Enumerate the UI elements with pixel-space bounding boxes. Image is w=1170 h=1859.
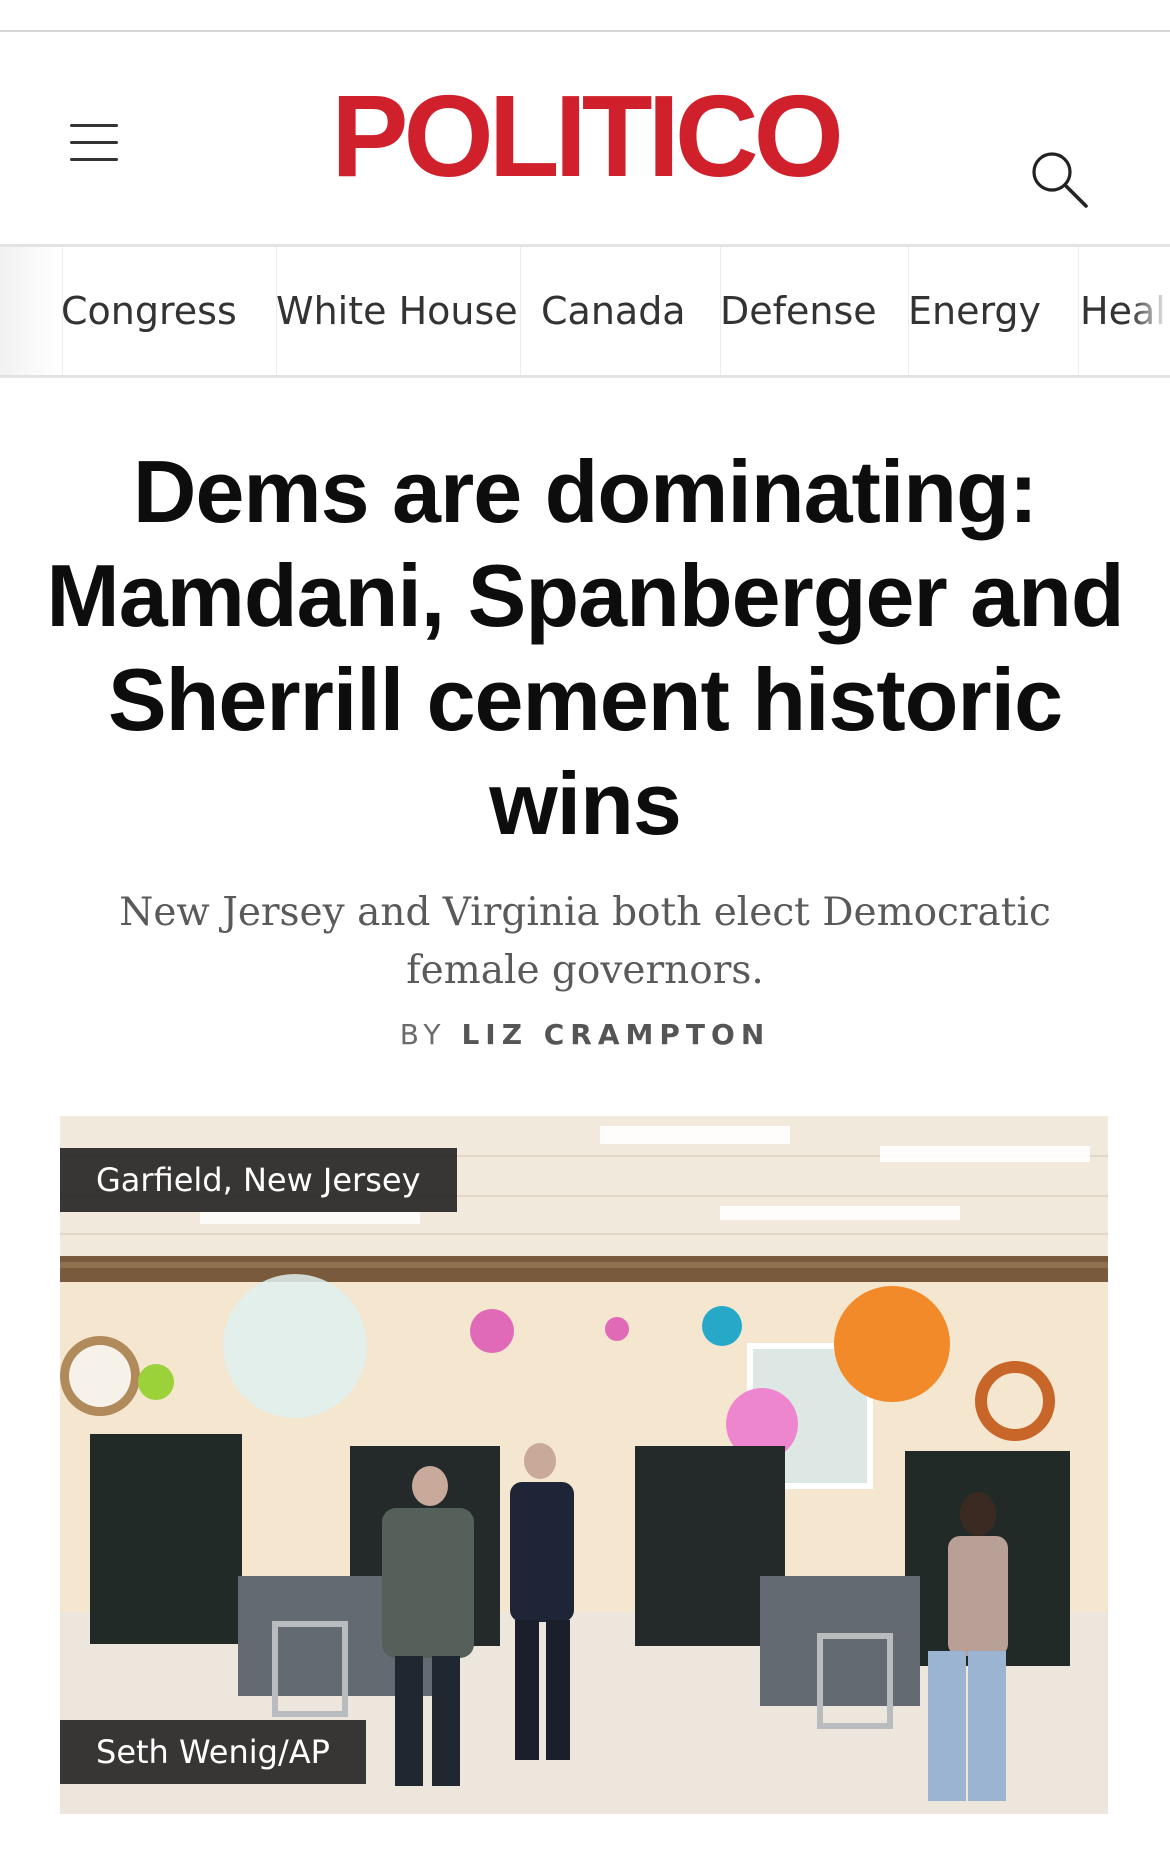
nav-item-congress[interactable]: Congress: [61, 247, 237, 375]
nav-item-canada[interactable]: Canada: [541, 247, 686, 375]
masthead: POLITICO: [0, 32, 1170, 244]
article-byline: BY LIZ CRAMPTON: [0, 1018, 1170, 1051]
photo-credit: Seth Wenig/AP: [60, 1720, 366, 1784]
article-dek: New Jersey and Virginia both elect Democ…: [119, 890, 1051, 993]
polling-place-image: [60, 1116, 1108, 1814]
photo-location-label: Garfield, New Jersey: [60, 1148, 457, 1212]
nav-scroll-fade-right: [1130, 247, 1170, 375]
article-headline: Dems are dominating: Mamdani, Spanberger…: [46, 442, 1124, 853]
nav-item-defense[interactable]: Defense: [720, 247, 877, 375]
nav-item-energy[interactable]: Energy: [908, 247, 1041, 375]
search-icon[interactable]: [1030, 150, 1090, 210]
politico-logo[interactable]: POLITICO: [0, 78, 1170, 194]
nav-divider: [1078, 247, 1079, 375]
nav-divider: [520, 247, 521, 375]
nav-item-white-house[interactable]: White House: [276, 247, 518, 375]
lead-photo[interactable]: Garfield, New Jersey Seth Wenig/AP: [60, 1116, 1108, 1814]
nav-scroll-fade-left: [0, 247, 60, 375]
byline-author-link[interactable]: LIZ CRAMPTON: [461, 1018, 770, 1051]
byline-prefix: BY: [399, 1018, 447, 1051]
section-nav: Congress White House Canada Defense Ener…: [0, 244, 1170, 378]
